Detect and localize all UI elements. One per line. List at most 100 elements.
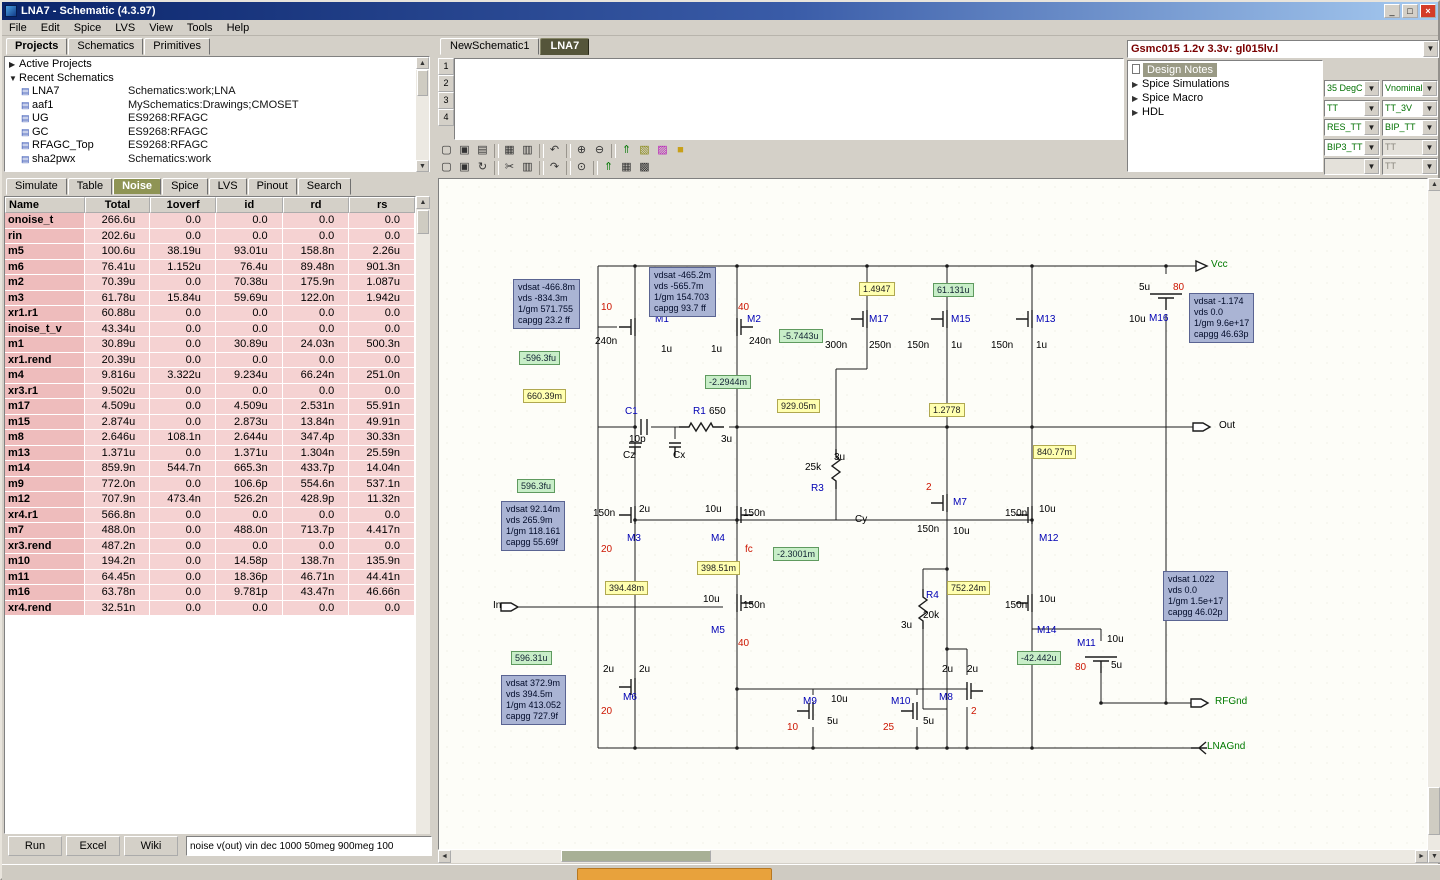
tab-table[interactable]: Table <box>68 178 112 195</box>
tree-item-rfagc_top[interactable]: ▤RFAGC_TopES9268:RFAGC <box>5 139 429 153</box>
table-row[interactable]: onoise_t266.6u0.00.00.00.0 <box>5 213 415 229</box>
operating-point-annotation[interactable]: 660.39m <box>523 389 566 403</box>
table-row[interactable]: m131.371u0.01.371u1.304n25.59n <box>5 446 415 462</box>
excel-button[interactable]: Excel <box>66 836 120 856</box>
table-row[interactable]: m14859.9n544.7n665.3n433.7p14.04n <box>5 461 415 477</box>
notes-item-hdl[interactable]: ▶HDL <box>1128 105 1322 119</box>
table-row[interactable]: m12707.9n473.4n526.2n428.9p11.32n <box>5 492 415 508</box>
table-row[interactable]: m174.509u0.04.509u2.531n55.91n <box>5 399 415 415</box>
chevron-down-icon[interactable]: ▼ <box>1423 41 1438 57</box>
menu-file[interactable]: File <box>2 21 34 35</box>
table-row[interactable]: m676.41u1.152u76.4u89.48n901.3n <box>5 260 415 276</box>
operating-point-annotation[interactable]: -2.2944m <box>705 375 751 389</box>
menu-lvs[interactable]: LVS <box>108 21 142 35</box>
paste-icon[interactable]: ▥ <box>519 160 536 175</box>
table-row[interactable]: m10194.2n0.014.58p138.7n135.9n <box>5 554 415 570</box>
operating-point-annotation[interactable]: -2.3001m <box>773 547 819 561</box>
line-number-2[interactable]: 2 <box>438 75 454 92</box>
menu-view[interactable]: View <box>142 21 180 35</box>
tab-pinout[interactable]: Pinout <box>248 178 297 195</box>
zoom-out-icon[interactable]: ⊖ <box>591 143 608 158</box>
menu-tools[interactable]: Tools <box>180 21 220 35</box>
chevron-down-icon[interactable]: ▼ <box>1364 120 1379 135</box>
chevron-down-icon[interactable]: ▼ <box>1422 101 1437 116</box>
line-number-1[interactable]: 1 <box>438 58 454 75</box>
corner-combo-0-1[interactable]: Vnominal▼ <box>1382 80 1438 97</box>
taskbar-item[interactable] <box>577 868 772 880</box>
table-row[interactable]: m270.39u0.070.38u175.9n1.087u <box>5 275 415 291</box>
grid-icon[interactable]: ▦ <box>618 160 635 175</box>
corner-combo-3-0[interactable]: BIP3_TT▼ <box>1324 139 1380 156</box>
notes-item-spice-macro[interactable]: ▶Spice Macro <box>1128 91 1322 105</box>
tree-scrollbar[interactable]: ▲ ▼ <box>416 57 429 171</box>
hscroll-thumb[interactable] <box>561 850 711 862</box>
operating-point-annotation[interactable]: 840.77m <box>1033 445 1076 459</box>
table-row[interactable]: inoise_t_v43.34u0.00.00.00.0 <box>5 322 415 338</box>
close-button[interactable]: × <box>1420 4 1436 18</box>
table-scrollbar[interactable]: ▲ <box>416 196 430 834</box>
table-row[interactable]: xr4.rend32.51n0.00.00.00.0 <box>5 601 415 617</box>
corner-combo-3-1[interactable]: TT▼ <box>1382 139 1438 156</box>
chevron-down-icon[interactable]: ▼ <box>1422 81 1437 96</box>
title-bar[interactable]: LNA7 - Schematic (4.3.97) _ □ × <box>2 2 1438 20</box>
tree-item-ug[interactable]: ▤UGES9268:RFAGC <box>5 112 429 126</box>
redo-icon[interactable]: ↷ <box>546 160 563 175</box>
table-row[interactable]: xr1.r160.88u0.00.00.00.0 <box>5 306 415 322</box>
table-row[interactable]: xr4.r1566.8n0.00.00.00.0 <box>5 508 415 524</box>
operating-point-annotation[interactable]: 1.2778 <box>929 403 965 417</box>
save-icon[interactable]: ▣ <box>456 143 473 158</box>
line-number-3[interactable]: 3 <box>438 92 454 109</box>
operating-point-annotation[interactable]: -5.7443u <box>779 329 823 343</box>
push-up-icon[interactable]: ⇑ <box>618 143 635 158</box>
operating-point-annotation[interactable]: 1.4947 <box>859 282 895 296</box>
chevron-down-icon[interactable]: ▼ <box>1364 159 1379 174</box>
tab-schematics[interactable]: Schematics <box>68 38 143 55</box>
corner-combo-1-1[interactable]: TT_3V▼ <box>1382 100 1438 117</box>
device-info-box[interactable]: vdsat 92.14mvds 265.9m1/gm 118.161capgg … <box>501 501 565 551</box>
menu-spice[interactable]: Spice <box>67 21 109 35</box>
tab-search[interactable]: Search <box>298 178 351 195</box>
operating-point-annotation[interactable]: -596.3fu <box>519 351 560 365</box>
chevron-down-icon[interactable]: ▼ <box>1364 101 1379 116</box>
tab-primitives[interactable]: Primitives <box>144 38 210 55</box>
minimize-button[interactable]: _ <box>1384 4 1400 18</box>
tab-projects[interactable]: Projects <box>6 38 67 55</box>
tree-group-recent-schematics[interactable]: ▼Recent Schematics <box>5 71 429 85</box>
chevron-down-icon[interactable]: ▼ <box>1422 120 1437 135</box>
schematic-canvas[interactable]: M1M2M17M15M13M16M3M4M7M12M5M14M6M9M10M8M… <box>438 178 1428 850</box>
table-row[interactable]: m1663.78n0.09.781p43.47n46.66n <box>5 585 415 601</box>
tree-item-sha2pwx[interactable]: ▤sha2pwxSchematics:work <box>5 153 429 167</box>
tree-item-aaf1[interactable]: ▤aaf1MySchematics:Drawings;CMOSET <box>5 99 429 113</box>
table-row[interactable]: m9772.0n0.0106.6p554.6n537.1n <box>5 477 415 493</box>
operating-point-annotation[interactable]: 398.51m <box>697 561 740 575</box>
refresh-icon[interactable]: ↻ <box>474 160 491 175</box>
menu-edit[interactable]: Edit <box>34 21 67 35</box>
tree-group-active-projects[interactable]: ▶Active Projects <box>5 57 429 71</box>
table-row[interactable]: m1164.45n0.018.36p46.71n44.41n <box>5 570 415 586</box>
tree-item-lna7[interactable]: ▤LNA7Schematics:work;LNA <box>5 85 429 99</box>
maximize-button[interactable]: □ <box>1402 4 1418 18</box>
select-region-icon[interactable]: ▦ <box>501 143 518 158</box>
save-as-icon[interactable]: ▣ <box>456 160 473 175</box>
device-info-box[interactable]: vdsat -1.174vds 0.01/gm 9.6e+17capgg 46.… <box>1189 293 1254 343</box>
wiki-button[interactable]: Wiki <box>124 836 178 856</box>
chevron-down-icon[interactable]: ▼ <box>1422 159 1437 174</box>
column-header-1overf[interactable]: 1overf <box>150 197 216 213</box>
tree-item-gc[interactable]: ▤GCES9268:RFAGC <box>5 126 429 140</box>
chevron-down-icon[interactable]: ▼ <box>1422 140 1437 155</box>
table-row[interactable]: m361.78u15.84u59.69u122.0n1.942u <box>5 291 415 307</box>
table-row[interactable]: m82.646u108.1n2.644u347.4p30.33n <box>5 430 415 446</box>
table-row[interactable]: m49.816u3.322u9.234u66.24n251.0n <box>5 368 415 384</box>
zoom-in-icon[interactable]: ⊕ <box>573 143 590 158</box>
expand-icon[interactable]: ▶ <box>1132 78 1142 92</box>
tab-noise[interactable]: Noise <box>113 178 161 195</box>
table-row[interactable]: xr1.rend20.39u0.00.00.00.0 <box>5 353 415 369</box>
column-header-id[interactable]: id <box>216 197 283 213</box>
operating-point-annotation[interactable]: 61.131u <box>933 283 974 297</box>
corner-combo-2-1[interactable]: BIP_TT▼ <box>1382 119 1438 136</box>
vertical-scrollbar[interactable]: ▲ ▼ <box>1428 178 1440 863</box>
table-row[interactable]: xr3.r19.502u0.00.00.00.0 <box>5 384 415 400</box>
corner-combo-4-1[interactable]: TT▼ <box>1382 158 1438 175</box>
notes-item-design-notes[interactable]: Design Notes <box>1128 63 1322 77</box>
corner-combo-2-0[interactable]: RES_TT▼ <box>1324 119 1380 136</box>
